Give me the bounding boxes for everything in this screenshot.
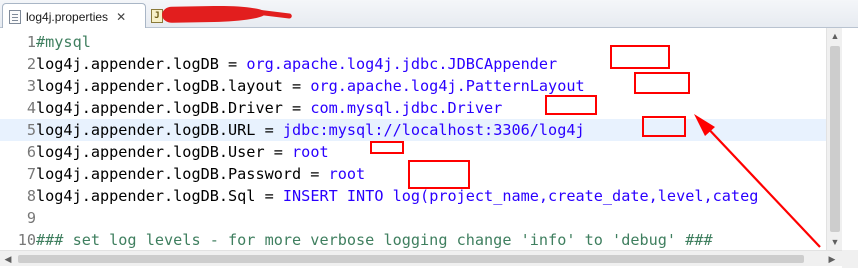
property-value: jdbc:mysql://localhost:3306/log4j	[282, 121, 585, 139]
annotation-box-line-4	[545, 95, 597, 115]
properties-file-icon	[9, 9, 21, 24]
line-number: 1	[26, 33, 36, 51]
scroll-up-icon[interactable]: ▲	[827, 28, 843, 44]
editor-tab-strip: log4j.properties ✕ J	[0, 0, 858, 29]
scroll-left-icon[interactable]: ◀	[0, 251, 16, 267]
scrollbar-corner	[842, 250, 858, 268]
annotation-box-line-2	[610, 45, 670, 69]
line-number: 4	[26, 99, 36, 117]
scroll-down-icon[interactable]: ▼	[827, 234, 843, 250]
line-code: #mysql	[36, 33, 91, 51]
line-code: log4j.appender.logDB.Sql = INSERT INTO l…	[36, 187, 758, 205]
property-value: root	[292, 143, 329, 161]
vertical-scrollbar[interactable]: ▲ ▼	[826, 28, 842, 250]
code-line[interactable]: 2log4j.appender.logDB = org.apache.log4j…	[0, 53, 826, 75]
property-value: com.mysql.jdbc.Driver	[310, 99, 503, 117]
horizontal-scrollbar[interactable]: ◀ ▶	[0, 250, 842, 266]
code-line[interactable]: 4log4j.appender.logDB.Driver = com.mysql…	[0, 97, 826, 119]
annotation-box-line-6	[370, 141, 404, 154]
redaction-scribble	[161, 5, 267, 23]
code-line[interactable]: 10### set log levels - for more verbose …	[0, 229, 826, 251]
property-key: log4j.appender.logDB.Driver =	[36, 99, 311, 117]
property-key: log4j.appender.logDB =	[36, 55, 247, 73]
line-code: log4j.appender.logDB.layout = org.apache…	[36, 77, 585, 95]
comment-text: ### set log levels - for more verbose lo…	[36, 231, 713, 249]
vertical-scroll-thumb[interactable]	[830, 46, 840, 232]
annotation-box-line-5	[642, 116, 686, 137]
line-number: 9	[26, 209, 36, 227]
property-value: org.apache.log4j.jdbc.JDBCAppender	[246, 55, 558, 73]
property-value: org.apache.log4j.PatternLayout	[310, 77, 585, 95]
code-line[interactable]: 9	[0, 207, 826, 229]
property-value: INSERT INTO log(project_name,create_date…	[282, 187, 759, 205]
line-code: log4j.appender.logDB.Password = root	[36, 165, 365, 183]
tab-label: log4j.properties	[26, 9, 109, 24]
code-line[interactable]: 5log4j.appender.logDB.URL = jdbc:mysql:/…	[0, 119, 826, 141]
close-icon[interactable]: ✕	[116, 11, 126, 23]
annotation-box-line-7	[408, 160, 470, 189]
line-number: 6	[26, 143, 36, 161]
property-key: log4j.appender.logDB.User =	[36, 143, 293, 161]
property-key: log4j.appender.logDB.layout =	[36, 77, 311, 95]
line-code: log4j.appender.logDB.User = root	[36, 143, 329, 161]
scroll-right-icon[interactable]: ▶	[824, 251, 840, 267]
property-key: log4j.appender.logDB.URL =	[36, 121, 283, 139]
horizontal-scroll-thumb[interactable]	[18, 255, 804, 263]
tab-redacted-file[interactable]: J	[148, 3, 267, 29]
line-number: 5	[26, 121, 36, 139]
line-code: ### set log levels - for more verbose lo…	[36, 231, 713, 249]
line-code: log4j.appender.logDB.Driver = com.mysql.…	[36, 99, 502, 117]
line-number: 8	[26, 187, 36, 205]
code-line[interactable]: 3log4j.appender.logDB.layout = org.apach…	[0, 75, 826, 97]
property-key: log4j.appender.logDB.Sql =	[36, 187, 283, 205]
line-number: 3	[26, 77, 36, 95]
line-number: 10	[17, 231, 36, 249]
comment-text: #mysql	[36, 33, 91, 51]
property-key: log4j.appender.logDB.Password =	[36, 165, 329, 183]
property-value: root	[328, 165, 366, 183]
line-code: log4j.appender.logDB = org.apache.log4j.…	[36, 55, 557, 73]
code-editor[interactable]: 1#mysql 2log4j.appender.logDB = org.apach…	[0, 28, 858, 268]
annotation-box-line-3	[634, 72, 690, 94]
code-line[interactable]: 1#mysql	[0, 31, 826, 53]
line-number: 2	[26, 55, 36, 73]
line-code: log4j.appender.logDB.URL = jdbc:mysql://…	[36, 121, 585, 139]
tab-log4j-properties[interactable]: log4j.properties ✕	[2, 3, 146, 29]
line-number: 7	[26, 165, 36, 183]
